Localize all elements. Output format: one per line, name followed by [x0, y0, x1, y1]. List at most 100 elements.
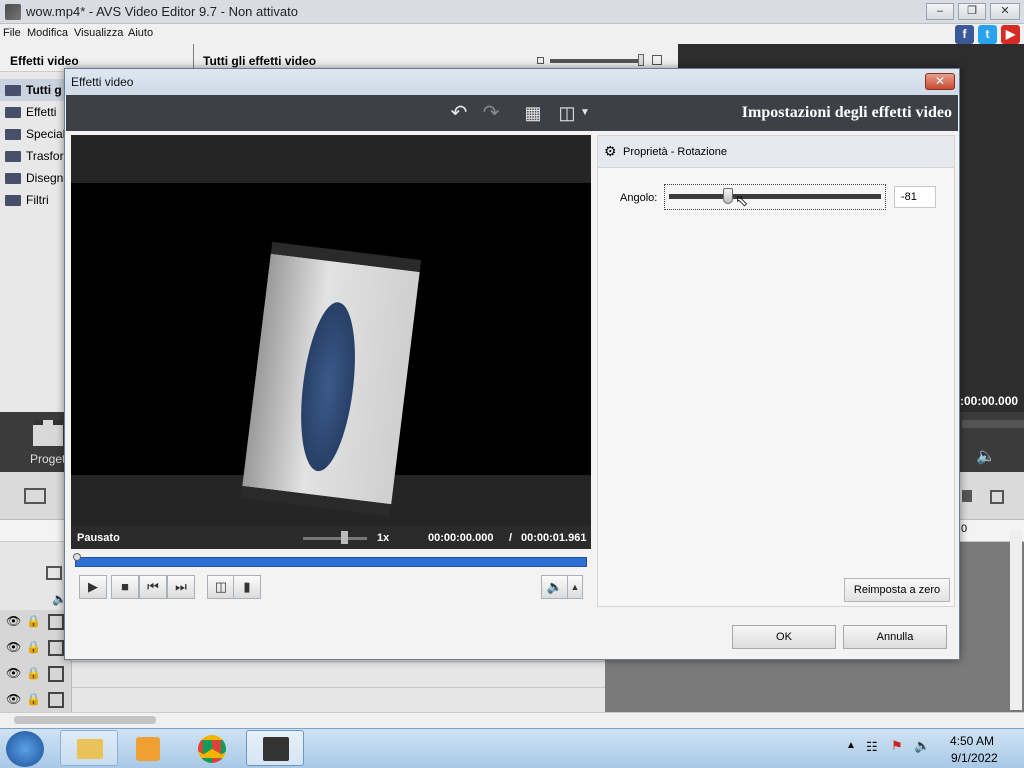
tray-time[interactable]: 4:50 AM [950, 734, 994, 748]
maximize-button[interactable]: ❐ [958, 3, 986, 20]
volume-icon[interactable]: 🔈 [976, 446, 996, 466]
action-center-icon[interactable]: ⚑ [891, 738, 903, 754]
total-time: 00:00:01.961 [521, 532, 587, 544]
track-row[interactable]: 👁 🔒 [0, 662, 605, 688]
reset-button[interactable]: Reimposta a zero [844, 578, 950, 602]
track-controls: 👁 🔒 [0, 662, 72, 688]
effect-star-icon[interactable] [48, 692, 64, 708]
dialog-titlebar: Effetti video ✕ [65, 69, 959, 95]
effect-star-icon[interactable] [48, 666, 64, 682]
undo-icon[interactable]: ↶ [446, 101, 472, 125]
folder-icon [5, 195, 21, 206]
vertical-scrollbar[interactable] [1010, 530, 1022, 710]
angle-slider-track[interactable] [669, 194, 881, 199]
seek-handle[interactable] [73, 553, 81, 561]
youtube-icon[interactable]: ▶ [1001, 25, 1020, 44]
speed-value: 1x [377, 532, 390, 544]
clapper-icon[interactable] [33, 420, 63, 446]
seek-track[interactable] [75, 557, 587, 567]
track-controls: 👁 🔒 [0, 636, 72, 662]
player-status-bar: Pausato 1x 00:00:00.000 / 00:00:01.961 [71, 526, 591, 549]
horizontal-scrollbar[interactable] [0, 712, 1024, 728]
menu-aiuto[interactable]: Aiuto [128, 27, 153, 39]
preview-progress[interactable] [962, 420, 1024, 428]
tray-chevron-icon[interactable]: ▲ [846, 740, 856, 751]
tray-date[interactable]: 9/1/2022 [951, 751, 998, 765]
track-controls: 👁 🔒 [0, 610, 72, 636]
facebook-icon[interactable]: f [955, 25, 974, 44]
network-icon[interactable]: ☷ [866, 739, 878, 755]
eye-icon[interactable]: 👁 [6, 614, 21, 628]
seek-bar[interactable] [73, 553, 587, 567]
single-view-button[interactable]: ▮ [233, 575, 261, 599]
effect-properties-panel: ⚙ Proprietà - Rotazione Angolo: ⬁ -81 Re… [597, 135, 955, 607]
speed-slider-thumb[interactable] [341, 531, 348, 544]
track-row[interactable]: 👁 🔒 [0, 688, 605, 714]
large-thumbs-icon[interactable] [652, 55, 662, 65]
split-view-button[interactable]: ◫ [207, 575, 235, 599]
minimize-button[interactable]: – [926, 3, 954, 20]
lock-icon[interactable]: 🔒 [26, 666, 41, 680]
speed-slider[interactable] [303, 537, 367, 540]
monitor-icon[interactable]: ◫ [554, 101, 580, 125]
player-status: Pausato [77, 532, 120, 544]
time-display: :00:00.000 [960, 394, 1019, 408]
fit-timeline-icon[interactable] [990, 490, 1004, 504]
previous-frame-button[interactable]: ⏮ [139, 575, 167, 599]
menu-visualizza[interactable]: Visualizza [74, 27, 123, 39]
project-label[interactable]: Proget [30, 452, 65, 466]
media-player-icon[interactable] [136, 737, 160, 761]
lock-icon[interactable]: 🔒 [26, 614, 41, 628]
play-button[interactable]: ▶ [79, 575, 107, 599]
angle-slider-thumb[interactable] [723, 188, 733, 204]
ok-button[interactable]: OK [732, 625, 836, 649]
chrome-icon[interactable] [198, 735, 226, 763]
redo-icon[interactable]: ↷ [478, 101, 504, 125]
close-window-button[interactable]: ✕ [990, 3, 1020, 20]
zoom-slider-thumb[interactable] [638, 54, 644, 66]
film-icon [263, 737, 289, 761]
video-content-shape [292, 299, 364, 475]
chevron-down-icon[interactable]: ▼ [578, 101, 592, 125]
zoom-slider-end-icon[interactable] [962, 490, 972, 502]
menu-file[interactable]: File [3, 27, 21, 39]
folder-icon [5, 151, 21, 162]
taskbar: ▲ ☷ ⚑ 🔈 4:50 AM 9/1/2022 [0, 728, 1024, 768]
content-title: Tutti gli effetti video [203, 54, 317, 68]
time-separator: / [509, 532, 513, 544]
grid-icon[interactable]: ▦ [520, 101, 546, 125]
folder-icon [5, 85, 21, 96]
storyboard-icon[interactable] [24, 488, 46, 504]
lock-icon[interactable]: 🔒 [26, 640, 41, 654]
effect-star-icon[interactable] [48, 614, 64, 630]
tray-volume-icon[interactable]: 🔈 [914, 738, 930, 754]
eye-icon[interactable]: 👁 [6, 666, 21, 680]
folder-icon [5, 173, 21, 184]
next-frame-button[interactable]: ⏭ [167, 575, 195, 599]
main-titlebar: wow.mp4* - AVS Video Editor 9.7 - Non at… [0, 0, 1024, 24]
angle-slider[interactable]: ⬁ [664, 184, 886, 210]
transport-controls: ▶ ■ ⏮ ⏭ ◫ ▮ 🔈 ▲ [75, 575, 587, 605]
eye-icon[interactable]: 👁 [6, 640, 21, 654]
dialog-title: Effetti video [71, 75, 134, 89]
video-effects-dialog: Effetti video ✕ ↶ ↷ ▦ ◫ ▼ Impostazioni d… [64, 68, 960, 660]
menu-modifica[interactable]: Modifica [27, 27, 68, 39]
avs-taskbar-button[interactable] [246, 730, 304, 766]
cancel-button[interactable]: Annulla [843, 625, 947, 649]
eye-icon[interactable]: 👁 [6, 692, 21, 706]
angle-input[interactable]: -81 [894, 186, 936, 208]
dialog-close-button[interactable]: ✕ [925, 73, 955, 90]
mouse-cursor-icon: ⬁ [735, 193, 749, 210]
zoom-slider[interactable] [550, 59, 644, 63]
twitter-icon[interactable]: t [978, 25, 997, 44]
effect-star-icon[interactable] [48, 640, 64, 656]
stop-button[interactable]: ■ [111, 575, 139, 599]
angle-label: Angolo: [620, 192, 658, 204]
lock-icon[interactable]: 🔒 [26, 692, 41, 706]
scrollbar-thumb[interactable] [14, 716, 156, 724]
volume-button[interactable]: 🔈 [541, 575, 569, 599]
explorer-taskbar-button[interactable] [60, 730, 118, 766]
small-thumbs-icon[interactable] [537, 57, 544, 64]
volume-chevron-icon[interactable]: ▲ [567, 575, 583, 599]
start-button[interactable] [6, 731, 44, 767]
